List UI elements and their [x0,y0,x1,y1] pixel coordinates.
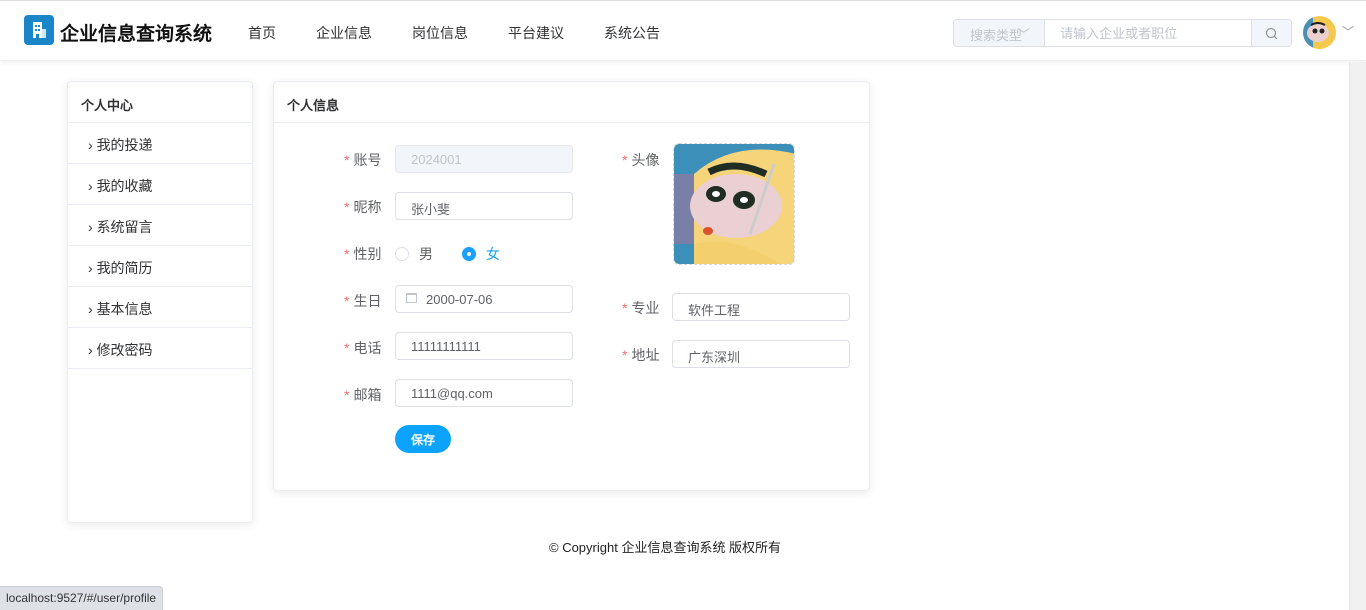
sidebar-item-label: 修改密码 [96,342,153,358]
gender-radio-male[interactable]: 男 [395,244,433,264]
email-label: * 邮箱 [344,387,382,403]
search-icon [1265,27,1278,39]
nav-jobs[interactable]: 岗位信息 [412,23,468,43]
sidebar-item-applications[interactable]: › 我的投递 [68,123,252,164]
sidebar-item-favorites[interactable]: › 我的收藏 [68,164,252,205]
save-button[interactable]: 保存 [395,425,451,453]
calendar-icon [406,293,417,303]
nickname-field[interactable]: 张小斐 [395,192,573,220]
profile-card: 个人信息 * 账号 2024001 * 昵称 张小斐 * 性别 男 女 * 生日 200… [273,81,870,491]
address-label: * 地址 [622,347,660,363]
avatar-label: * 头像 [622,152,660,168]
card-title: 个人信息 [274,82,869,123]
sidebar-item-label: 基本信息 [96,301,153,317]
sidebar-title: 个人中心 [68,82,252,123]
account-label: * 账号 [344,152,382,168]
nav-company[interactable]: 企业信息 [316,23,372,43]
sidebar-item-label: 我的收藏 [96,178,153,194]
chevron-down-icon: ﹀ [1017,27,1031,42]
status-bar-url: localhost:9527/#/user/profile [0,586,164,610]
search-bar: 搜索类型 ﹀ [953,19,1292,47]
major-label: * 专业 [622,300,660,316]
chevron-down-icon[interactable]: ﹀ [1342,23,1354,40]
user-avatar[interactable] [1303,16,1336,49]
nav-home[interactable]: 首页 [248,23,276,43]
phone-field[interactable]: 11111111111 [395,332,573,360]
search-type-select[interactable]: 搜索类型 ﹀ [954,20,1046,46]
search-button[interactable] [1251,20,1291,46]
nav-announcements[interactable]: 系统公告 [604,23,660,43]
sidebar: 个人中心 › 我的投递 › 我的收藏 › 系统留言 › 我的简历 › 基本信息 … [67,81,253,523]
avatar-uploader[interactable] [673,143,795,265]
sidebar-item-messages[interactable]: › 系统留言 [68,205,252,246]
address-field[interactable]: 广东深圳 [672,340,850,368]
brand-title: 企业信息查询系统 [60,24,213,45]
sidebar-item-basic-info[interactable]: › 基本信息 [68,287,252,328]
sidebar-item-resume[interactable]: › 我的简历 [68,246,252,287]
header: 企业信息查询系统 首页 企业信息 岗位信息 平台建议 系统公告 搜索类型﹀ ﹀ [0,1,1366,61]
birthday-label: * 生日 [344,293,382,309]
nav-suggestions[interactable]: 平台建议 [508,23,564,43]
scrollbar[interactable] [1349,62,1366,610]
sidebar-item-label: 系统留言 [96,219,153,235]
sidebar-item-label: 我的简历 [96,260,153,276]
phone-label: * 电话 [344,340,382,356]
gender-radio-female[interactable]: 女 [462,244,500,264]
building-logo-icon [24,15,54,45]
gender-label: * 性别 [344,246,382,262]
footer-copyright: © Copyright 企业信息查询系统 版权所有 [549,540,782,555]
email-field[interactable]: 1111@qq.com [395,379,573,407]
sidebar-item-change-password[interactable]: › 修改密码 [68,328,252,369]
sidebar-item-label: 我的投递 [96,137,153,153]
nickname-label: * 昵称 [344,199,382,215]
account-field[interactable]: 2024001 [395,145,573,173]
major-field[interactable]: 软件工程 [672,293,850,321]
search-input[interactable] [1045,20,1252,46]
search-type-label: 搜索类型 [970,28,1023,43]
birthday-picker[interactable]: 2000-07-06 [395,285,573,313]
